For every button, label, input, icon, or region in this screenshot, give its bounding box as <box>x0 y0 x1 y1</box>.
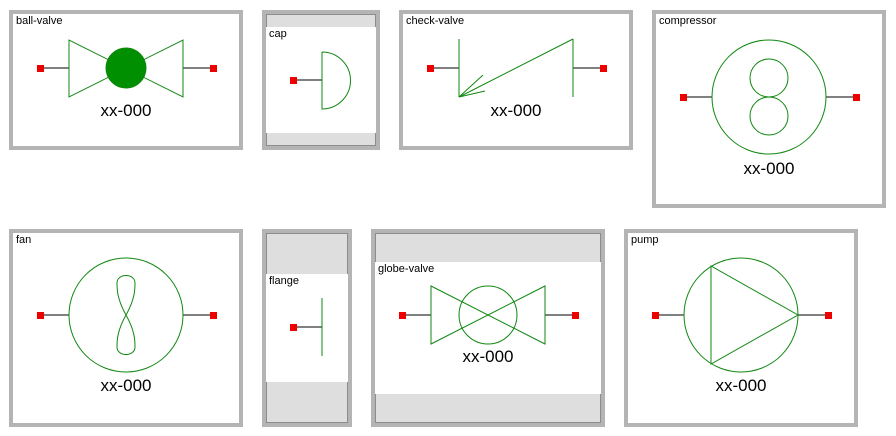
symbol-card-ball-valve[interactable]: ball-valve xx-000 <box>9 10 243 150</box>
symbol-card-cap[interactable]: cap <box>262 10 380 150</box>
flange-symbol <box>290 298 323 356</box>
symbol-card-flange[interactable]: flange <box>262 229 352 427</box>
port-left[interactable] <box>680 94 687 101</box>
port-right[interactable] <box>210 312 217 319</box>
symbol-card-globe-valve[interactable]: globe-valve xx-000 <box>371 229 605 427</box>
port-left[interactable] <box>399 312 406 319</box>
card-canvas: fan xx-000 <box>13 233 239 423</box>
cap-symbol <box>290 51 351 110</box>
equipment-tag: xx-000 <box>743 159 794 178</box>
arrow-head-icon <box>458 74 484 98</box>
casing-circle <box>683 257 799 373</box>
symbol-card-check-valve[interactable]: check-valve xx-000 <box>399 10 633 150</box>
card-canvas: flange <box>266 274 348 382</box>
equipment-tag: xx-000 <box>715 376 766 395</box>
port-right[interactable] <box>853 94 860 101</box>
equipment-tag: xx-000 <box>490 101 541 120</box>
card-canvas: compressor xx-000 <box>656 14 882 204</box>
equipment-tag: xx-000 <box>462 347 513 366</box>
rotor-lower-icon <box>749 96 789 136</box>
valve-body-icon <box>430 285 546 345</box>
flow-line <box>458 38 574 98</box>
port-left[interactable] <box>37 312 44 319</box>
ball-valve-symbol: xx-000 <box>37 39 217 120</box>
rotor-upper-icon <box>749 58 789 98</box>
cap-icon <box>321 51 351 110</box>
pump-triangle-icon <box>710 265 800 365</box>
equipment-tag: xx-000 <box>100 376 151 395</box>
equipment-tag: xx-000 <box>100 101 151 120</box>
symbol-card-fan[interactable]: fan xx-000 <box>9 229 243 427</box>
port-left[interactable] <box>37 65 44 72</box>
port-left[interactable] <box>427 65 434 72</box>
symbol-card-compressor[interactable]: compressor xx-000 <box>652 10 886 208</box>
card-canvas: check-valve xx-000 <box>403 14 629 146</box>
check-valve-symbol: xx-000 <box>427 38 607 120</box>
port-right[interactable] <box>210 65 217 72</box>
fan-symbol: xx-000 <box>37 257 217 395</box>
port-left[interactable] <box>290 77 297 84</box>
ball-icon <box>105 47 147 89</box>
compressor-symbol: xx-000 <box>680 39 860 178</box>
port-right[interactable] <box>825 312 832 319</box>
card-canvas: pump xx-000 <box>628 233 854 423</box>
globe-valve-symbol: xx-000 <box>399 285 579 366</box>
port-right[interactable] <box>600 65 607 72</box>
card-canvas: ball-valve xx-000 <box>13 14 239 146</box>
pump-symbol: xx-000 <box>652 257 832 395</box>
impeller-icon <box>116 275 136 355</box>
port-right[interactable] <box>572 312 579 319</box>
port-left[interactable] <box>652 312 659 319</box>
card-canvas: cap <box>266 27 376 133</box>
symbol-card-pump[interactable]: pump xx-000 <box>624 229 858 427</box>
port-left[interactable] <box>290 324 297 331</box>
card-canvas: globe-valve xx-000 <box>375 262 601 394</box>
